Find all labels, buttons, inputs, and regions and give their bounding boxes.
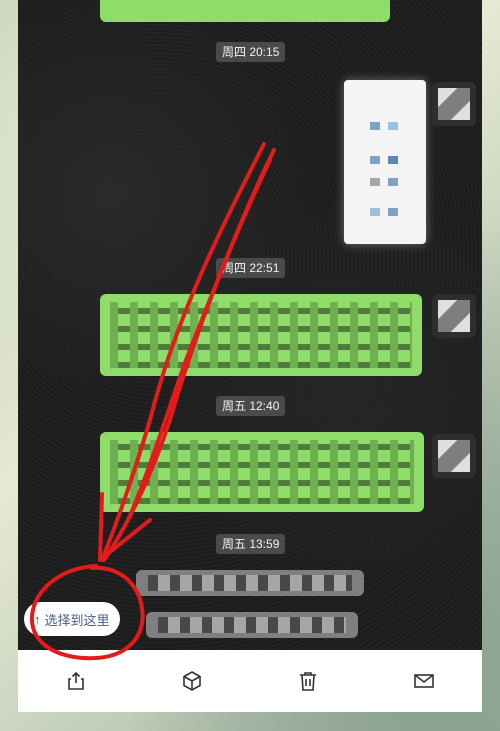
message-bubble-partial[interactable] [100,0,390,22]
share-icon [68,671,84,690]
timestamp: 周五 12:40 [216,396,286,416]
phone-screen: 周四 20:15 周四 22:51 周五 12:40 周五 13:59 ↑ 选择… [18,0,482,712]
message-bubble[interactable] [100,294,422,376]
select-to-here-button[interactable]: ↑ 选择到这里 [24,602,120,636]
avatar[interactable] [432,294,476,338]
mail-button[interactable] [404,661,444,701]
mail-icon [414,674,434,688]
select-to-here-label: 选择到这里 [44,612,110,628]
avatar[interactable] [432,82,476,126]
timestamp: 周五 13:59 [216,534,286,554]
bottom-toolbar [18,650,482,712]
timestamp: 周四 22:51 [216,258,286,278]
box-icon [183,671,201,691]
avatar[interactable] [432,434,476,478]
arrow-up-icon: ↑ [34,611,41,627]
message-bubble[interactable] [100,432,424,512]
favorite-button[interactable] [172,661,212,701]
image-message[interactable] [344,80,426,244]
trash-icon [300,672,316,691]
message-bubble[interactable] [146,612,358,638]
share-button[interactable] [56,661,96,701]
delete-button[interactable] [288,661,328,701]
message-bubble[interactable] [136,570,364,596]
timestamp: 周四 20:15 [216,42,286,62]
